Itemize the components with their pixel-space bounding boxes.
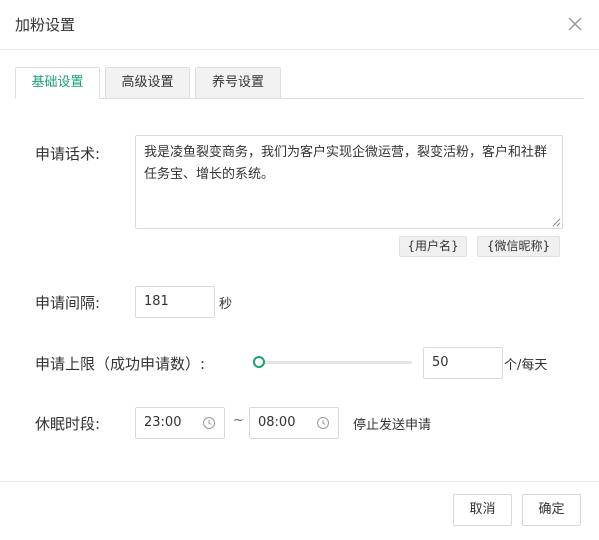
tag-username[interactable]: {用户名} xyxy=(399,236,467,257)
limit-input[interactable]: 50 xyxy=(423,347,503,379)
resize-grip-icon[interactable] xyxy=(551,217,561,227)
sleep-label: 休眠时段: xyxy=(35,415,101,433)
cancel-button[interactable]: 取消 xyxy=(453,494,512,526)
tab-bar: 基础设置 高级设置 养号设置 xyxy=(15,67,584,99)
tab-basic-settings[interactable]: 基础设置 xyxy=(15,67,100,99)
clock-icon xyxy=(203,417,215,429)
interval-unit: 秒 xyxy=(219,297,233,312)
greeting-textarea[interactable]: 我是凌鱼裂变商务，我们为客户实现企微运营，裂变活粉，客户和社群任务宝、增长的系统… xyxy=(135,135,563,229)
tag-wechat-nickname[interactable]: {微信昵称} xyxy=(477,236,560,257)
limit-unit: 个/每天 xyxy=(504,358,548,373)
greeting-label: 申请话术: xyxy=(35,145,101,163)
interval-label: 申请间隔: xyxy=(35,294,101,312)
tab-advanced-settings[interactable]: 高级设置 xyxy=(105,67,190,99)
time-range-separator: ~ xyxy=(233,413,244,428)
add-fans-settings-dialog: 加粉设置 基础设置 高级设置 养号设置 申请话术: 我是凌鱼裂变商务，我们为客户… xyxy=(0,0,599,540)
confirm-button[interactable]: 确定 xyxy=(522,494,581,526)
clock-icon xyxy=(317,417,329,429)
tab-account-nurturing-settings[interactable]: 养号设置 xyxy=(195,67,281,99)
sleep-end-value: 08:00 xyxy=(258,415,296,430)
limit-slider-thumb[interactable] xyxy=(253,356,265,368)
sleep-start-value: 23:00 xyxy=(144,415,182,430)
dialog-header: 加粉设置 xyxy=(0,0,599,50)
dialog-title: 加粉设置 xyxy=(15,16,76,34)
interval-input[interactable]: 181 xyxy=(135,286,215,318)
limit-label: 申请上限（成功申请数）: xyxy=(35,355,206,373)
limit-slider-track[interactable] xyxy=(258,361,412,364)
sleep-note: 停止发送申请 xyxy=(353,418,432,433)
close-icon[interactable] xyxy=(565,14,585,34)
